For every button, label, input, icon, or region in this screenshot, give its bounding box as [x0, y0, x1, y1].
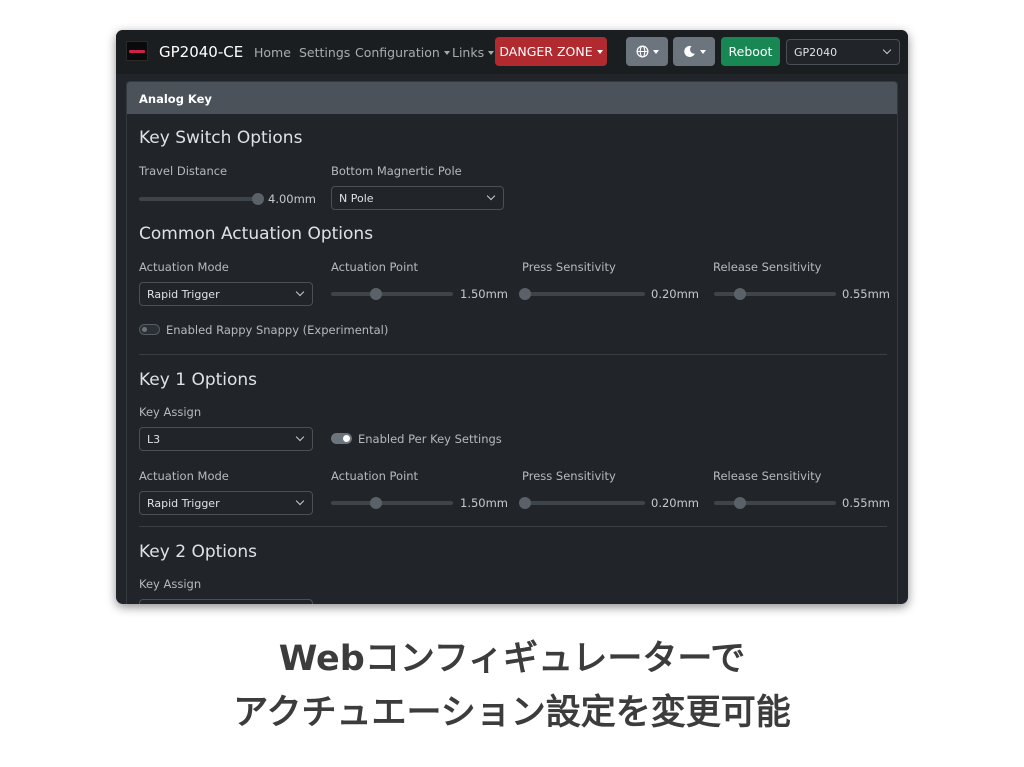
key1-actuation-point-value: 1.50mm [460, 496, 509, 510]
section-title-key-switch: Key Switch Options [139, 128, 303, 148]
key1-actuation-mode-value: Rapid Trigger [147, 496, 220, 510]
logo-mark [129, 49, 145, 53]
travel-distance-slider[interactable] [139, 193, 264, 205]
top-navbar: GP2040-CE Home Settings Configuration Li… [116, 30, 908, 74]
caret-down-icon [699, 49, 706, 54]
slider-thumb[interactable] [733, 497, 746, 509]
chevron-down-icon [295, 496, 305, 506]
section-title-common-actuation: Common Actuation Options [139, 224, 374, 244]
actuation-point-slider[interactable] [331, 288, 453, 300]
slider-thumb[interactable] [370, 288, 383, 300]
key2-assign-select[interactable] [139, 599, 313, 604]
key1-actuation-mode-label: Actuation Mode [139, 469, 229, 483]
slider-thumb[interactable] [251, 193, 264, 205]
key1-actuation-point-label: Actuation Point [331, 469, 419, 483]
nav-dropdown-configuration-label: Configuration [355, 45, 440, 60]
chevron-down-icon [882, 45, 892, 55]
nav-link-home[interactable]: Home [254, 45, 291, 60]
brand-name[interactable]: GP2040-CE [159, 43, 243, 61]
key1-actuation-mode-select[interactable]: Rapid Trigger [139, 491, 313, 515]
card-header: Analog Key [127, 82, 897, 114]
key1-assign-value: L3 [147, 432, 161, 446]
caption-line-2: アクチュエーション設定を変更可能 [233, 693, 791, 733]
caret-down-icon [596, 49, 603, 54]
section-divider [139, 354, 887, 355]
travel-distance-label: Travel Distance [139, 164, 228, 178]
caret-down-icon [443, 51, 450, 55]
analog-key-card: Analog Key Key Switch Options Travel Dis… [126, 81, 898, 604]
toggle-knob [142, 327, 147, 332]
key1-actuation-point-slider[interactable] [331, 497, 453, 509]
slider-thumb[interactable] [519, 288, 531, 300]
chevron-down-icon [486, 191, 496, 201]
browser-window: GP2040-CE Home Settings Configuration Li… [116, 30, 908, 604]
press-sensitivity-value: 0.20mm [651, 287, 700, 301]
nav-dropdown-links[interactable]: Links [452, 45, 495, 60]
release-sensitivity-slider[interactable] [714, 288, 836, 300]
brand-logo[interactable] [126, 41, 148, 61]
slider-thumb[interactable] [519, 497, 531, 509]
section-title-key1: Key 1 Options [139, 370, 258, 390]
chevron-down-icon [295, 287, 305, 297]
reboot-button[interactable]: Reboot [721, 37, 780, 66]
section-divider [139, 526, 887, 527]
rappy-snappy-label: Enabled Rappy Snappy (Experimental) [166, 323, 389, 337]
nav-link-settings[interactable]: Settings [299, 45, 350, 60]
key1-press-sensitivity-slider[interactable] [519, 497, 645, 509]
key1-release-sensitivity-label: Release Sensitivity [713, 469, 822, 483]
board-select[interactable]: GP2040 [786, 39, 900, 65]
board-select-value: GP2040 [794, 45, 838, 59]
actuation-mode-select[interactable]: Rapid Trigger [139, 282, 313, 306]
caret-down-icon [488, 51, 495, 55]
rappy-snappy-toggle[interactable] [139, 324, 160, 335]
actuation-mode-value: Rapid Trigger [147, 287, 220, 301]
key1-assign-label: Key Assign [139, 405, 202, 419]
moon-icon [683, 45, 695, 57]
magnetic-pole-select[interactable]: N Pole [331, 186, 504, 210]
nav-dropdown-configuration[interactable]: Configuration [355, 45, 450, 60]
actuation-point-value: 1.50mm [460, 287, 509, 301]
actuation-mode-label: Actuation Mode [139, 260, 229, 274]
section-title-key2: Key 2 Options [139, 542, 258, 562]
danger-zone-label: DANGER ZONE [499, 44, 593, 59]
theme-menu-button[interactable] [673, 37, 715, 66]
press-sensitivity-slider[interactable] [519, 288, 645, 300]
per-key-settings-toggle[interactable] [331, 433, 352, 444]
key1-press-sensitivity-value: 0.20mm [651, 496, 700, 510]
magnetic-pole-label: Bottom Magnertic Pole [331, 164, 462, 178]
toggle-knob [343, 435, 350, 442]
key1-release-sensitivity-value: 0.55mm [842, 496, 891, 510]
key1-assign-select[interactable]: L3 [139, 427, 313, 451]
danger-zone-button[interactable]: DANGER ZONE [495, 37, 607, 66]
slider-thumb[interactable] [733, 288, 746, 300]
release-sensitivity-label: Release Sensitivity [713, 260, 822, 274]
caption-line-1: Webコンフィギュレーターで [278, 639, 746, 679]
travel-distance-value: 4.00mm [268, 192, 317, 206]
caret-down-icon [652, 49, 659, 54]
chevron-down-icon [295, 432, 305, 442]
key1-press-sensitivity-label: Press Sensitivity [522, 469, 616, 483]
globe-icon [636, 45, 648, 58]
press-sensitivity-label: Press Sensitivity [522, 260, 616, 274]
nav-dropdown-links-label: Links [452, 45, 485, 60]
language-menu-button[interactable] [626, 37, 668, 66]
magnetic-pole-value: N Pole [339, 191, 374, 205]
key1-release-sensitivity-slider[interactable] [714, 497, 836, 509]
per-key-settings-label: Enabled Per Key Settings [358, 432, 502, 446]
release-sensitivity-value: 0.55mm [842, 287, 891, 301]
slider-thumb[interactable] [370, 497, 383, 509]
key2-assign-label: Key Assign [139, 577, 202, 591]
actuation-point-label: Actuation Point [331, 260, 419, 274]
